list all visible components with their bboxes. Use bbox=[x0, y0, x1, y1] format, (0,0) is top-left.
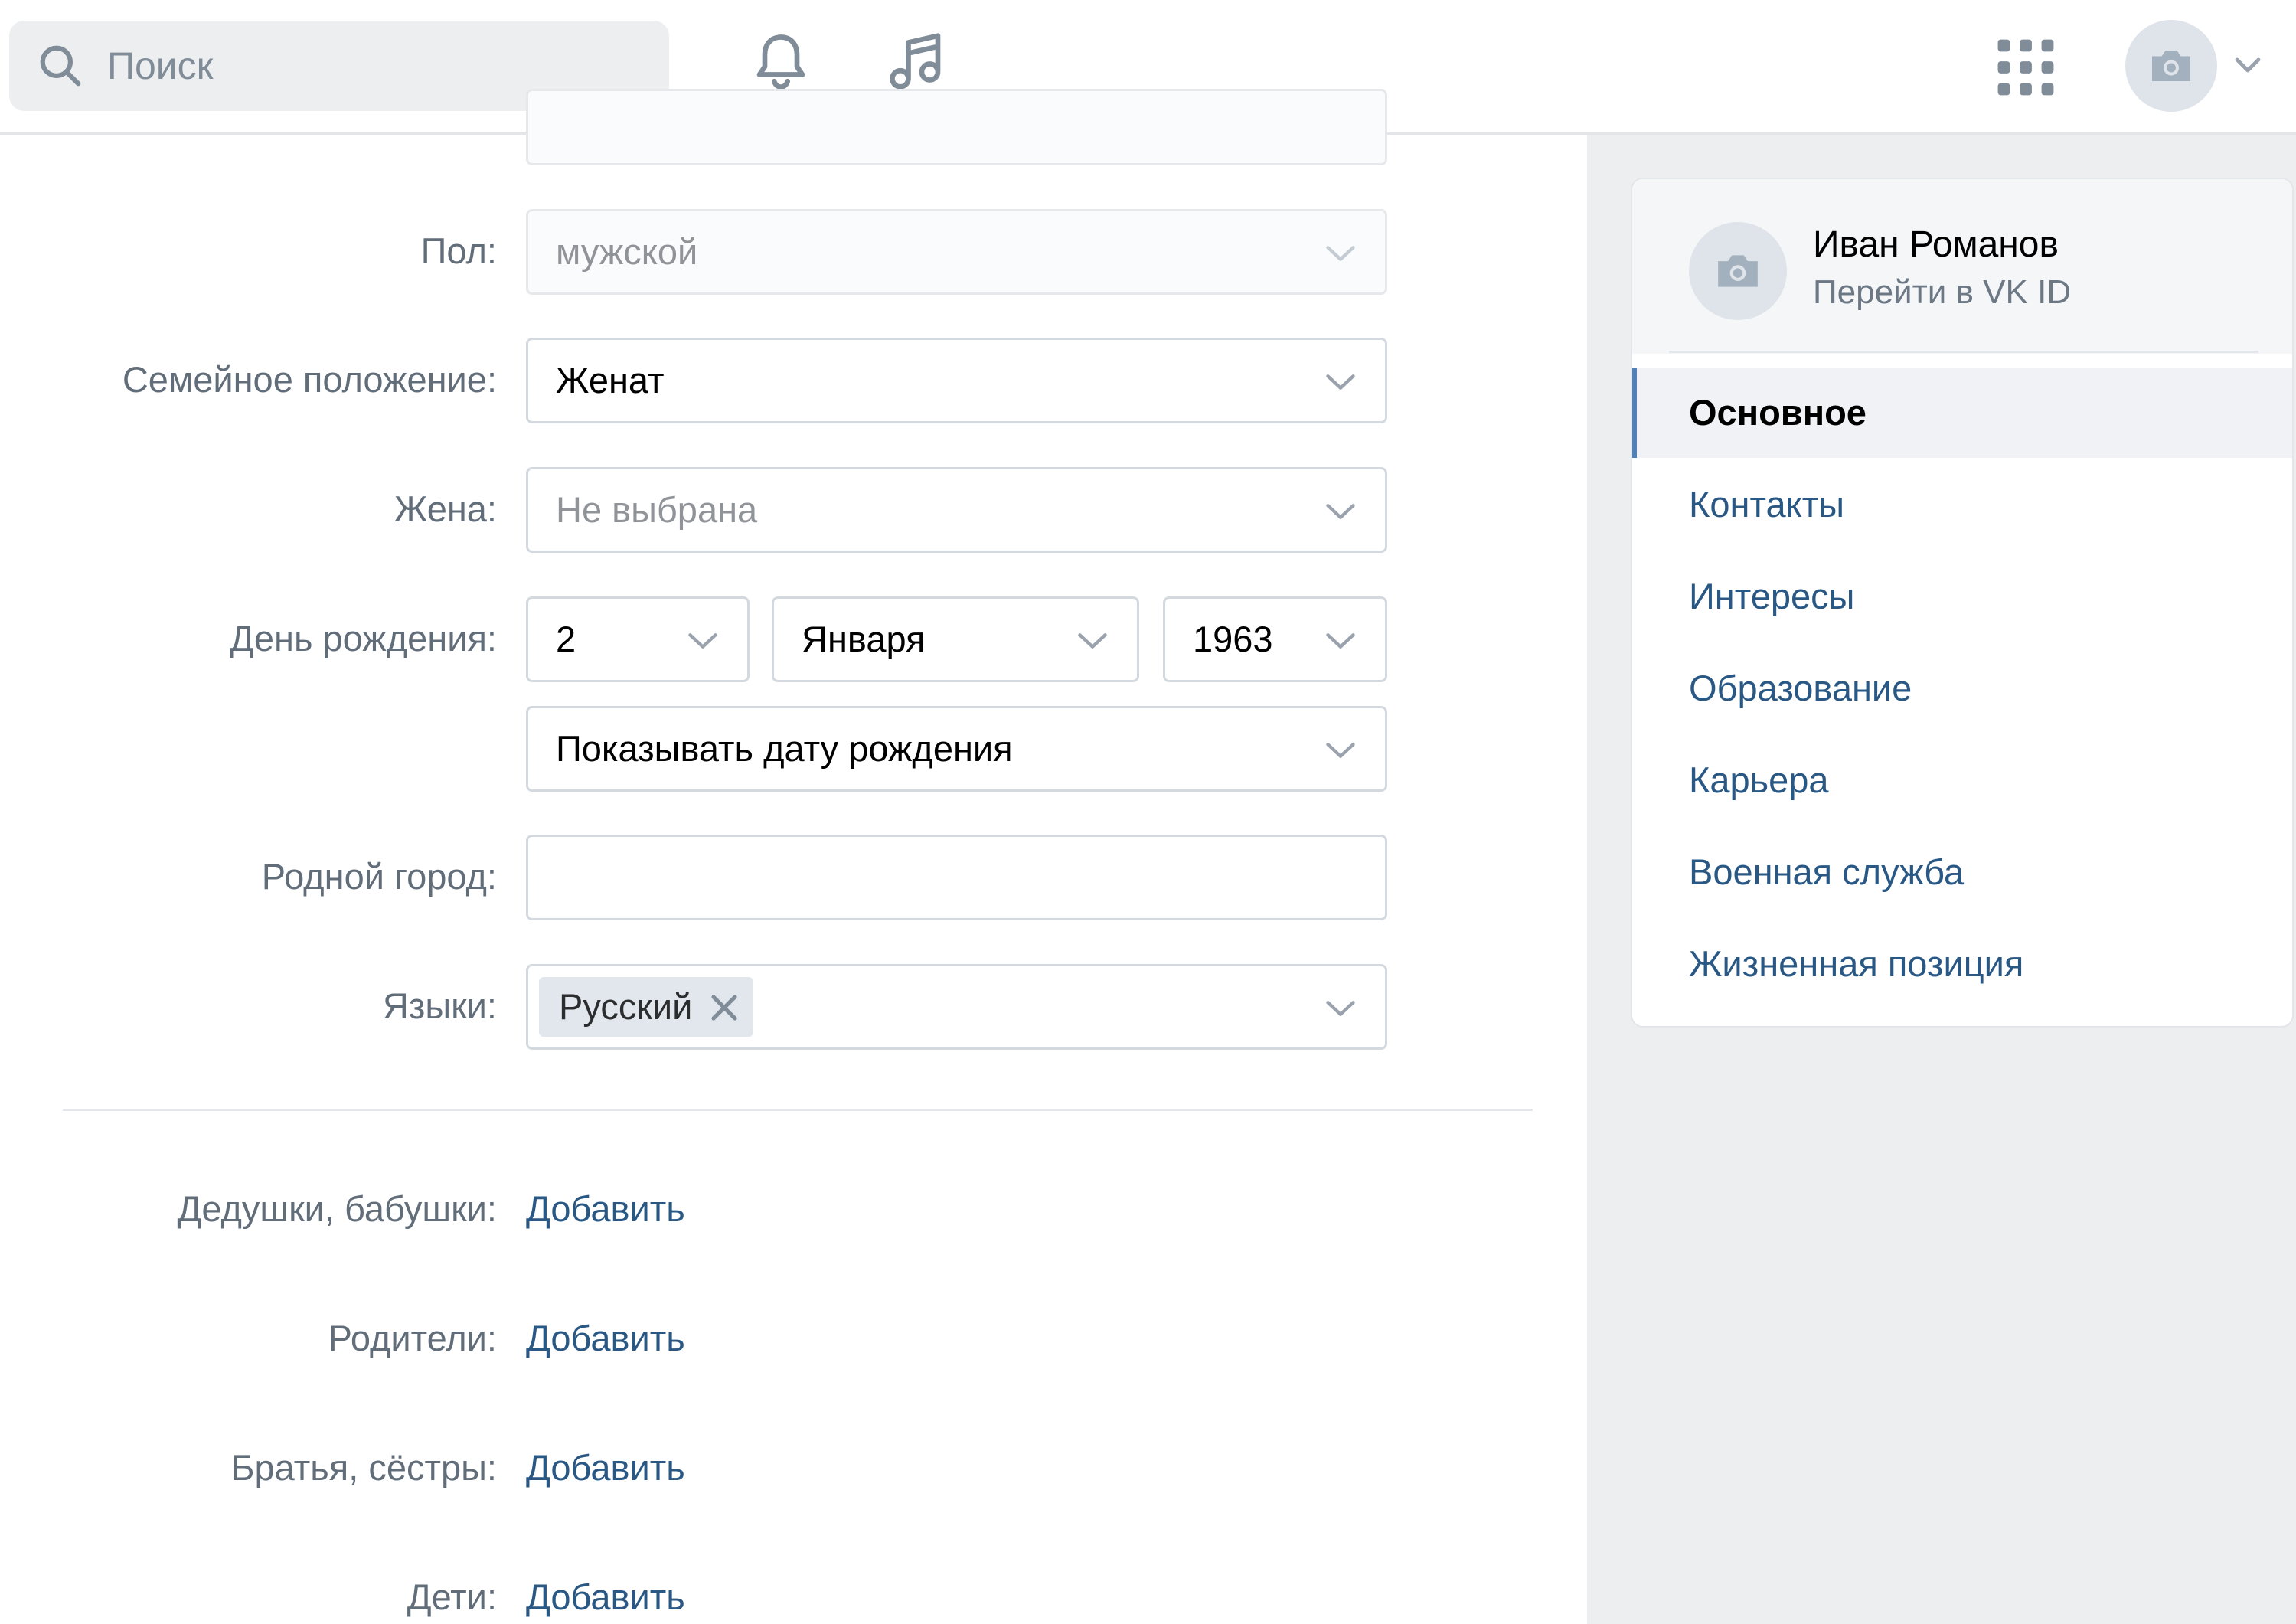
birthday-month-value: Января bbox=[802, 619, 926, 659]
section-divider bbox=[63, 1109, 1533, 1111]
wife-value: Не выбрана bbox=[556, 489, 758, 530]
menu-item-basic[interactable]: Основное bbox=[1632, 368, 2292, 458]
search-icon bbox=[40, 45, 81, 87]
menu-item-contacts[interactable]: Контакты bbox=[1632, 459, 2292, 550]
camera-icon bbox=[2152, 51, 2190, 81]
chevron-down-icon bbox=[1326, 743, 1355, 758]
menu-item-career[interactable]: Карьера bbox=[1632, 735, 2292, 825]
birthday-year-select[interactable]: 1963 bbox=[1163, 596, 1387, 682]
apps-grid-icon[interactable] bbox=[1997, 38, 2055, 96]
bell-icon[interactable] bbox=[749, 29, 813, 93]
add-siblings-link[interactable]: Добавить bbox=[526, 1445, 685, 1491]
birthday-visibility-value: Показывать дату рождения bbox=[556, 728, 1013, 769]
chevron-down-icon bbox=[1326, 1001, 1355, 1016]
children-label: Дети: bbox=[407, 1577, 497, 1617]
chevron-down-icon bbox=[1326, 633, 1355, 649]
profile-name: Иван Романов bbox=[1813, 224, 2059, 265]
hometown-label: Родной город: bbox=[261, 856, 497, 897]
marital-status-select[interactable]: Женат bbox=[526, 338, 1387, 423]
wife-select[interactable]: Не выбрана bbox=[526, 467, 1387, 553]
close-icon[interactable] bbox=[709, 992, 740, 1023]
birthday-day-value: 2 bbox=[556, 619, 576, 659]
previous-field[interactable] bbox=[526, 89, 1387, 165]
profile-header[interactable]: Иван Романов Перейти в VK ID bbox=[1632, 179, 2292, 354]
add-parents-link[interactable]: Добавить bbox=[526, 1315, 685, 1361]
siblings-label: Братья, сёстры: bbox=[230, 1447, 497, 1488]
profile-edit-form: Пол: мужской Семейное положение: Женат Ж… bbox=[0, 89, 1587, 1624]
birthday-visibility-select[interactable]: Показывать дату рождения bbox=[526, 706, 1387, 792]
languages-label: Языки: bbox=[382, 985, 497, 1026]
chevron-down-icon bbox=[1326, 504, 1355, 519]
birthday-label: День рождения: bbox=[230, 618, 497, 658]
menu-item-military[interactable]: Военная служба bbox=[1632, 827, 2292, 917]
language-tag-label: Русский bbox=[559, 986, 693, 1027]
profile-avatar[interactable] bbox=[1689, 222, 1787, 320]
wife-label: Жена: bbox=[394, 489, 497, 529]
languages-select[interactable]: Русский bbox=[526, 964, 1387, 1050]
gender-select[interactable]: мужской bbox=[526, 209, 1387, 295]
user-avatar[interactable] bbox=[2125, 20, 2217, 112]
divider bbox=[1669, 351, 2258, 353]
chevron-down-icon bbox=[1078, 633, 1107, 649]
marital-status-value: Женат bbox=[556, 360, 665, 400]
chevron-down-icon bbox=[1326, 246, 1355, 261]
search-placeholder: Поиск bbox=[107, 44, 214, 87]
menu-item-life-position[interactable]: Жизненная позиция bbox=[1632, 919, 2292, 1009]
birthday-day-select[interactable]: 2 bbox=[526, 596, 750, 682]
birthday-year-value: 1963 bbox=[1193, 619, 1273, 659]
chevron-down-icon[interactable] bbox=[2234, 57, 2262, 74]
music-icon[interactable] bbox=[884, 28, 949, 95]
chevron-down-icon bbox=[1326, 374, 1355, 390]
gender-label: Пол: bbox=[420, 230, 497, 271]
grandparents-label: Дедушки, бабушки: bbox=[177, 1188, 497, 1229]
hometown-input[interactable] bbox=[526, 835, 1387, 920]
menu-item-education[interactable]: Образование bbox=[1632, 643, 2292, 734]
add-children-link[interactable]: Добавить bbox=[526, 1574, 685, 1620]
language-tag: Русский bbox=[539, 977, 754, 1037]
birthday-month-select[interactable]: Января bbox=[772, 596, 1139, 682]
gender-value: мужской bbox=[556, 231, 698, 272]
menu-item-interests[interactable]: Интересы bbox=[1632, 551, 2292, 642]
marital-status-label: Семейное положение: bbox=[122, 359, 497, 400]
add-grandparents-link[interactable]: Добавить bbox=[526, 1186, 685, 1232]
settings-menu-card: Иван Романов Перейти в VK ID Основное Ко… bbox=[1631, 178, 2294, 1028]
camera-icon bbox=[1718, 255, 1758, 287]
vk-id-link[interactable]: Перейти в VK ID bbox=[1813, 271, 2071, 314]
parents-label: Родители: bbox=[328, 1318, 497, 1358]
chevron-down-icon bbox=[688, 633, 717, 649]
